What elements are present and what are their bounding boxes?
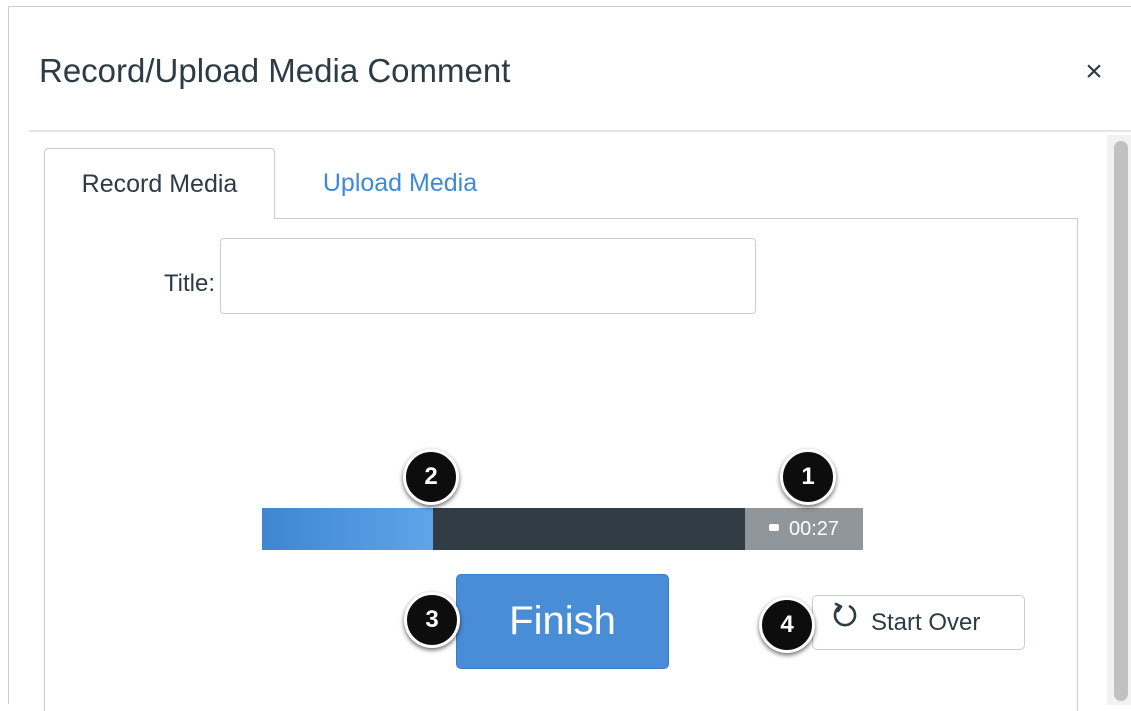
finish-button[interactable]: Finish: [456, 574, 669, 669]
refresh-icon: [831, 595, 859, 648]
title-input[interactable]: [220, 238, 756, 314]
dialog-title: Record/Upload Media Comment: [39, 52, 511, 89]
callout-badge-4: 4: [759, 597, 815, 653]
recording-indicator-icon: [768, 524, 779, 532]
title-label: Title:: [163, 270, 215, 297]
recording-progress-bar: 00:27: [262, 508, 863, 550]
elapsed-time: 00:27: [788, 518, 840, 540]
tab-upload-media[interactable]: Upload Media: [275, 148, 525, 219]
callout-badge-1: 1: [780, 449, 836, 505]
recording-progress-fill: [262, 508, 434, 550]
start-over-button[interactable]: Start Over: [812, 595, 1025, 650]
header-divider: [29, 130, 1131, 132]
callout-badge-2: 2: [403, 449, 459, 505]
close-icon: ×: [1085, 55, 1103, 88]
tab-record-media[interactable]: Record Media: [44, 148, 275, 219]
close-button[interactable]: ×: [1079, 57, 1109, 87]
callout-badge-3: 3: [404, 592, 460, 648]
media-comment-dialog: Record/Upload Media Comment × Record Med…: [8, 6, 1131, 711]
scrollbar-thumb[interactable]: [1114, 141, 1128, 701]
start-over-label: Start Over: [871, 609, 981, 636]
recording-timer: 00:27: [745, 508, 863, 550]
